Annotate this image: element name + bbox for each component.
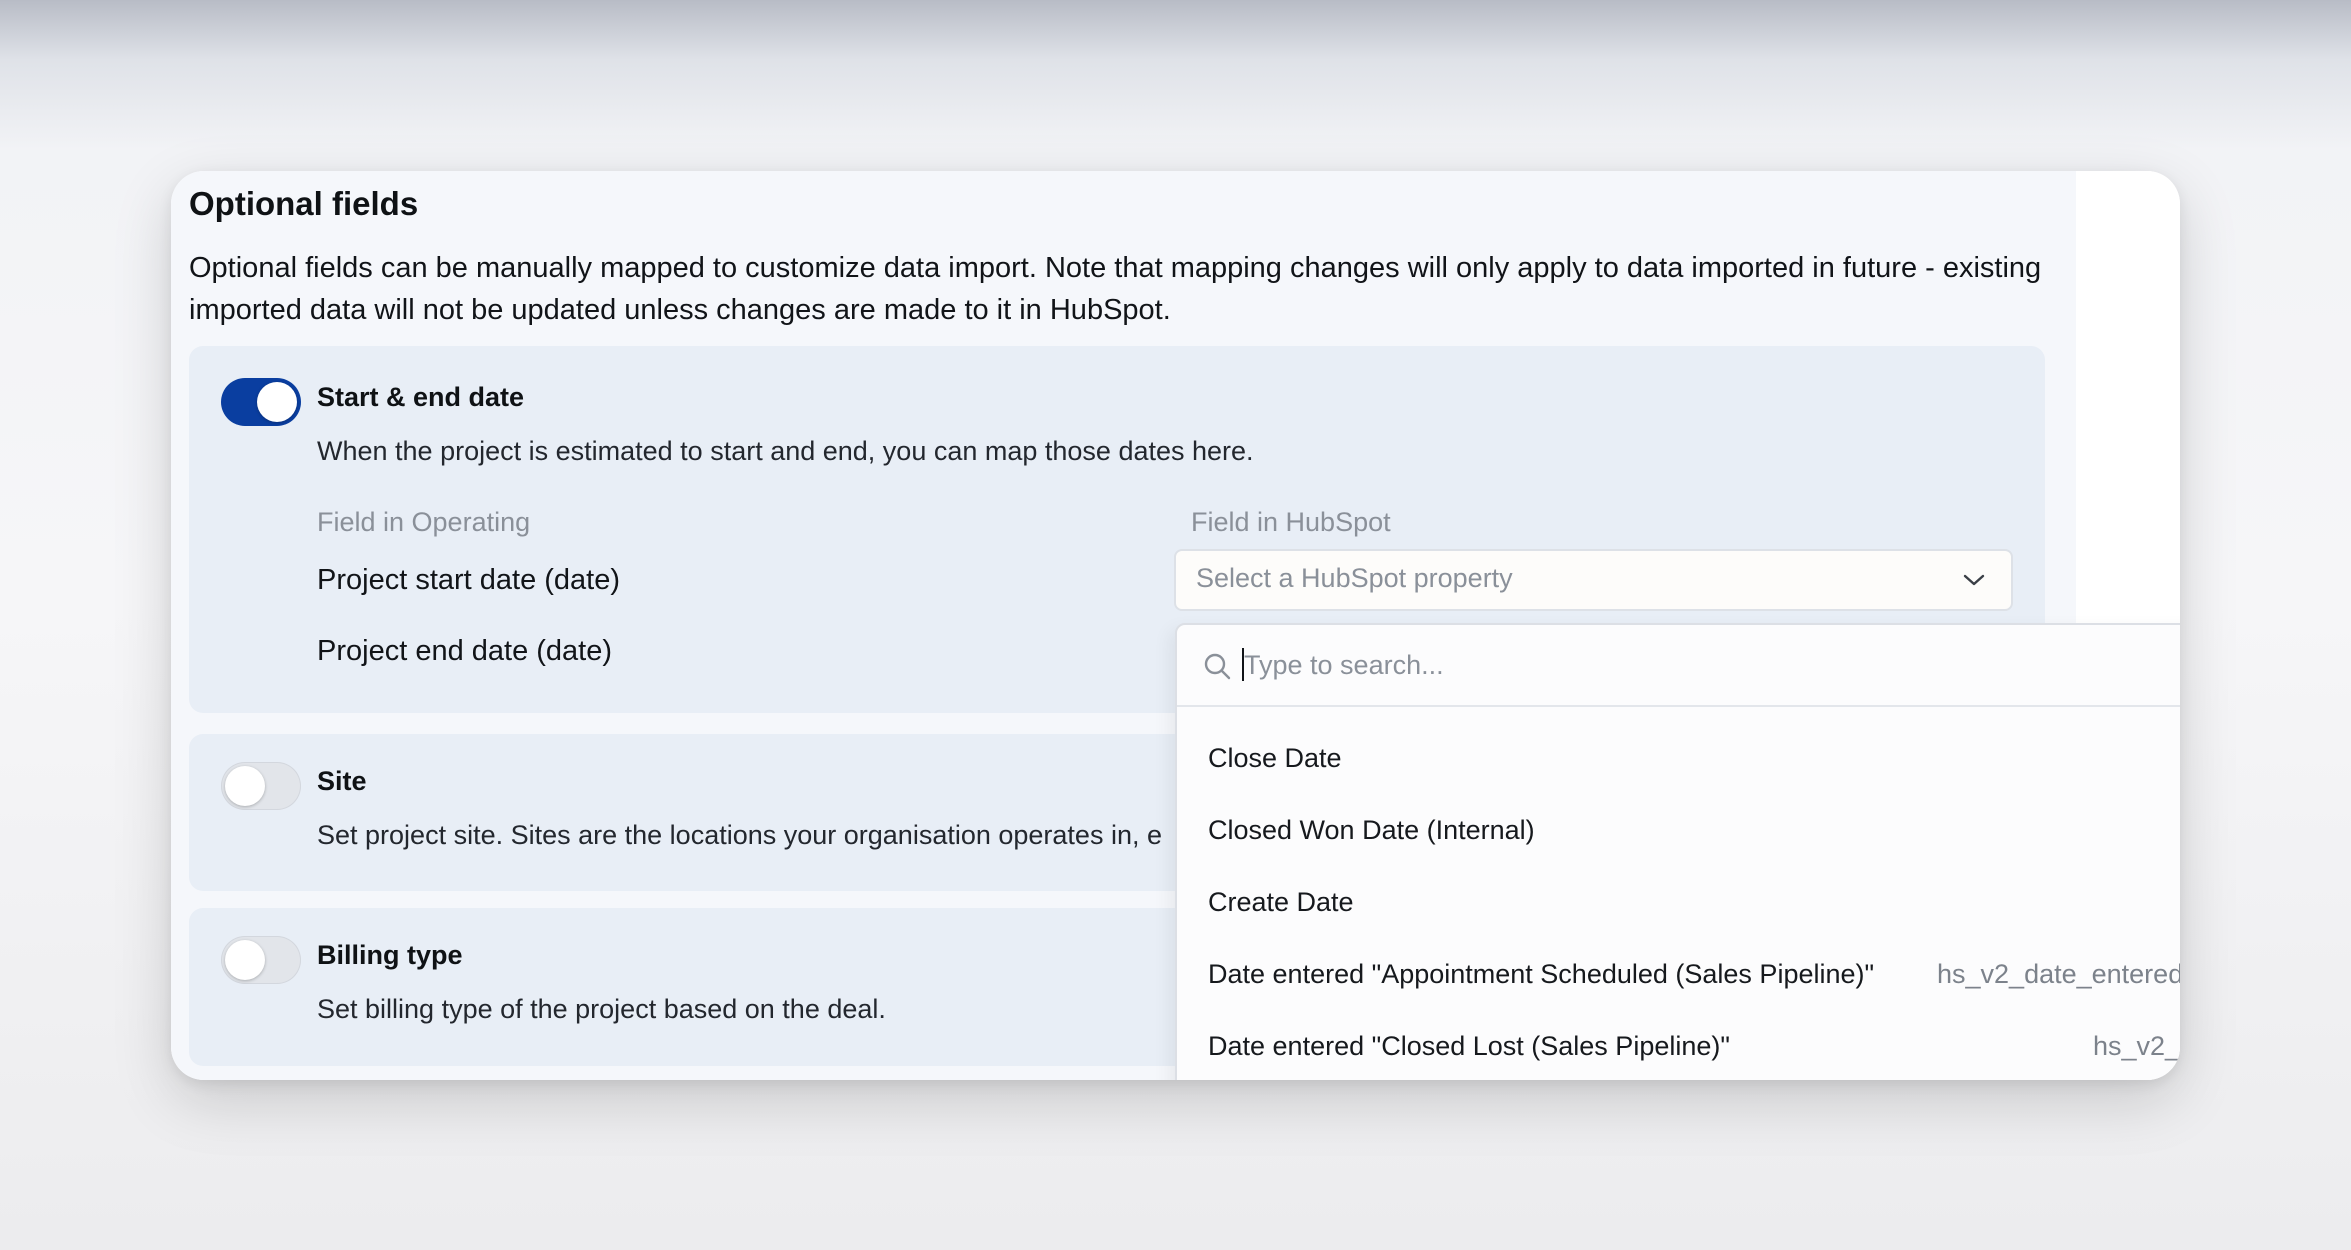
- toggle-knob: [225, 766, 265, 806]
- dropdown-option[interactable]: Close Date: [1177, 727, 2180, 793]
- site-description: Set project site. Sites are the location…: [317, 820, 1162, 850]
- start-end-date-toggle[interactable]: [221, 378, 301, 426]
- site-title: Site: [317, 766, 367, 796]
- option-label: Date entered "Closed Lost (Sales Pipelin…: [1208, 1031, 1730, 1061]
- section-description: Optional fields can be manually mapped t…: [189, 252, 2042, 326]
- option-label: Create Date: [1208, 887, 1354, 917]
- option-label: Date entered "Appointment Scheduled (Sal…: [1208, 959, 1875, 989]
- option-internal-name: hs_v2_d: [2093, 1031, 2180, 1061]
- project-end-date-field: Project end date (date): [317, 635, 613, 667]
- property-search-input[interactable]: [1244, 645, 2144, 685]
- hubspot-property-dropdown: Close Date Closed Won Date (Internal) Cr…: [1175, 623, 2180, 1080]
- text-caret: [1242, 648, 1244, 681]
- toggle-knob: [257, 382, 297, 422]
- section-heading: Optional fields: [189, 185, 419, 222]
- start-end-date-title: Start & end date: [317, 382, 525, 412]
- dropdown-option[interactable]: Date entered "Closed Lost (Sales Pipelin…: [1177, 1015, 2180, 1080]
- billing-type-title: Billing type: [317, 940, 463, 970]
- dropdown-option[interactable]: Date entered "Appointment Scheduled (Sal…: [1177, 943, 2180, 1009]
- project-start-date-field: Project start date (date): [317, 564, 621, 596]
- hubspot-property-select[interactable]: Select a HubSpot property: [1174, 549, 2013, 611]
- dropdown-option[interactable]: Closed Won Date (Internal): [1177, 799, 2180, 865]
- field-in-hubspot-header: Field in HubSpot: [1191, 507, 1391, 537]
- option-internal-name: hs_v2_date_entered_: [1937, 959, 2180, 989]
- search-icon: [1204, 653, 1231, 680]
- chevron-down-icon: [1963, 574, 1985, 586]
- toggle-knob: [225, 940, 265, 980]
- dropdown-search: [1177, 625, 2180, 707]
- option-label: Closed Won Date (Internal): [1208, 815, 1535, 845]
- option-label: Close Date: [1208, 743, 1342, 773]
- billing-type-toggle[interactable]: [221, 936, 301, 984]
- dropdown-option[interactable]: Create Date: [1177, 871, 2180, 937]
- select-placeholder: Select a HubSpot property: [1196, 563, 1513, 593]
- optional-fields-card: Optional fields Optional fields can be m…: [171, 171, 2180, 1080]
- field-in-operating-header: Field in Operating: [317, 507, 531, 537]
- billing-type-description: Set billing type of the project based on…: [317, 994, 886, 1024]
- site-toggle[interactable]: [221, 762, 301, 810]
- start-end-date-description: When the project is estimated to start a…: [317, 436, 1254, 466]
